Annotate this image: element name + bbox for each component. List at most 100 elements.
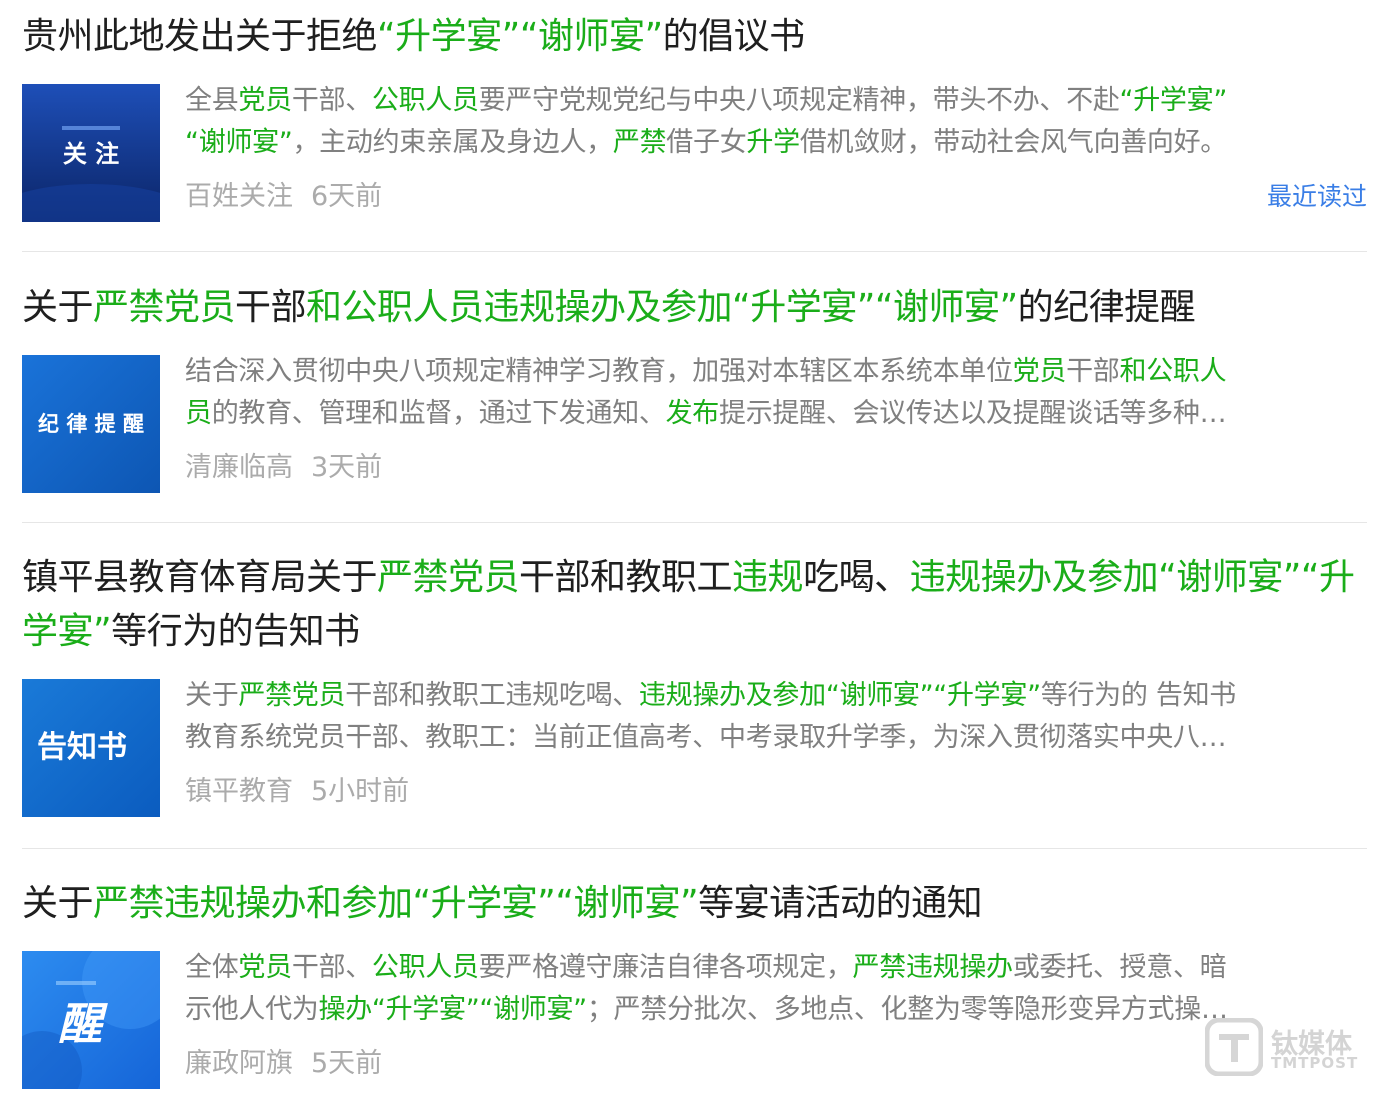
text-segment: 等行为的 告知书 — [1040, 680, 1236, 711]
highlighted-keyword: “升学宴”“谢师宴” — [377, 16, 663, 57]
text-segment: 干部和教职工 — [519, 557, 733, 598]
result-time: 5天前 — [311, 1048, 383, 1079]
result-thumbnail[interactable]: 纪 律 提 醒 — [22, 355, 160, 493]
result-summary: 关于严禁党员干部和教职工违规吃喝、违规操办及参加“谢师宴”“升学宴”等行为的 告… — [185, 675, 1367, 759]
highlighted-keyword: 发布 — [665, 398, 720, 429]
divider — [22, 848, 1367, 849]
result-title[interactable]: 关于严禁违规操办和参加“升学宴”“谢师宴”等宴请活动的通知 — [22, 877, 1367, 931]
result-title[interactable]: 贵州此地发出关于拒绝“升学宴”“谢师宴”的倡议书 — [22, 10, 1367, 64]
text-segment: 的教育、管理和监督，通过下发通知、 — [211, 398, 666, 429]
summary-line: “谢师宴”，主动约束亲属及身边人，严禁借子女升学借机敛财，带动社会风气向善向好。 — [185, 122, 1367, 164]
text-segment: 等行为的告知书 — [111, 611, 360, 652]
thumbnail-text: 关 注 — [63, 140, 119, 168]
result-summary: 结合深入贯彻中央八项规定精神学习教育，加强对本辖区本系统本单位党员干部和公职人 … — [185, 351, 1367, 435]
highlighted-keyword: 违规操办及参加“谢师宴”“升学宴” — [638, 680, 1041, 711]
text-segment: 提示提醒、会议传达以及提醒谈话等多种… — [719, 398, 1227, 429]
text-segment: 干部和教职工违规吃喝、 — [345, 680, 639, 711]
divider — [22, 251, 1367, 252]
text-segment: 干部、 — [291, 85, 372, 116]
result-meta: 镇平教育 5小时前 — [185, 775, 409, 809]
text-segment: 借子女 — [666, 127, 747, 158]
summary-line: 示他人代为操办“升学宴”“谢师宴”；严禁分批次、多地点、化整为零等隐形变异方式操… — [185, 989, 1367, 1031]
highlighted-keyword: 操办“升学宴”“谢师宴” — [318, 994, 588, 1025]
text-segment: 要严守党规党纪与中央八项规定精神，带头不办、不赴 — [478, 85, 1120, 116]
highlighted-keyword: 公职人员 — [371, 952, 479, 983]
highlighted-keyword: 严禁党员 — [93, 287, 236, 328]
result-thumbnail[interactable]: 醒 — [22, 951, 160, 1089]
thumbnail-text: 告知书 — [37, 730, 127, 765]
text-segment: ，主动约束亲属及身边人， — [292, 127, 613, 158]
text-segment: 教育系统党员干部、教职工：当前正值高考、中考录取升学季，为深入贯彻落实中央八… — [185, 722, 1227, 753]
highlighted-keyword: 党员 — [238, 85, 292, 116]
summary-line: 全县党员干部、公职人员要严守党规党纪与中央八项规定精神，带头不办、不赴“升学宴” — [185, 80, 1367, 122]
result-meta: 廉政阿旗 5天前 — [185, 1047, 382, 1081]
result-thumbnail[interactable]: 告知书 — [22, 679, 160, 817]
highlighted-keyword: “升学宴” — [1119, 85, 1228, 116]
summary-line: 关于严禁党员干部和教职工违规吃喝、违规操办及参加“谢师宴”“升学宴”等行为的 告… — [185, 675, 1367, 717]
text-segment: 关于 — [22, 287, 94, 328]
text-segment: 结合深入贯彻中央八项规定精神学习教育，加强对本辖区本系统本单位 — [185, 356, 1013, 387]
text-segment: 关于 — [22, 883, 94, 924]
text-segment: 吃喝、 — [803, 557, 910, 598]
result-time: 5小时前 — [311, 776, 410, 807]
text-segment: 干部 — [235, 287, 307, 328]
text-segment: 关于 — [185, 680, 239, 711]
text-segment: ；严禁分批次、多地点、化整为零等隐形变异方式操… — [586, 994, 1228, 1025]
text-segment: 全体 — [185, 952, 239, 983]
summary-line: 全体党员干部、公职人员要严格遵守廉洁自律各项规定，严禁违规操办或委托、授意、暗 — [185, 947, 1367, 989]
highlighted-keyword: 严禁违规操办和参加“升学宴”“谢师宴” — [93, 883, 699, 924]
highlighted-keyword: 严禁 — [612, 127, 667, 158]
text-segment: 干部、 — [291, 952, 372, 983]
result-summary: 全体党员干部、公职人员要严格遵守廉洁自律各项规定，严禁违规操办或委托、授意、暗 … — [185, 947, 1367, 1031]
text-segment: 等宴请活动的通知 — [698, 883, 983, 924]
watermark-name-en: TMTPOST — [1271, 1054, 1359, 1072]
text-segment: 借机敛财，带动社会风气向善向好。 — [799, 127, 1228, 158]
result-meta: 清廉临高 3天前 — [185, 451, 382, 485]
thumbnail-text: 纪 律 提 醒 — [38, 412, 144, 436]
summary-line: 教育系统党员干部、教职工：当前正值高考、中考录取升学季，为深入贯彻落实中央八… — [185, 717, 1367, 759]
highlighted-keyword: 党员 — [1012, 356, 1067, 387]
text-segment: 的纪律提醒 — [1017, 287, 1196, 328]
result-time: 6天前 — [311, 181, 383, 212]
highlighted-keyword: 违规 — [732, 557, 804, 598]
highlighted-keyword: 和公职人 — [1119, 356, 1227, 387]
result-source[interactable]: 清廉临高 — [185, 452, 293, 483]
highlighted-keyword: 和公职人员违规操办及参加“升学宴”“谢师宴” — [306, 287, 1018, 328]
summary-line: 结合深入贯彻中央八项规定精神学习教育，加强对本辖区本系统本单位党员干部和公职人 — [185, 351, 1367, 393]
divider — [22, 522, 1367, 523]
result-source[interactable]: 镇平教育 — [185, 776, 293, 807]
result-item[interactable]: 关于严禁违规操办和参加“升学宴”“谢师宴”等宴请活动的通知 醒 全体党员干部、公… — [22, 877, 1367, 1091]
result-item[interactable]: 关于严禁党员干部和公职人员违规操办及参加“升学宴”“谢师宴”的纪律提醒 纪 律 … — [22, 281, 1367, 495]
result-time: 3天前 — [311, 452, 383, 483]
text-segment: 全县 — [185, 85, 239, 116]
text-segment: 要严格遵守廉洁自律各项规定， — [478, 952, 853, 983]
result-source[interactable]: 廉政阿旗 — [185, 1048, 293, 1079]
recently-read-label[interactable]: 最近读过 — [1267, 180, 1367, 214]
text-segment: 镇平县教育体育局关于 — [22, 557, 378, 598]
text-segment: 或委托、授意、暗 — [1012, 952, 1227, 983]
tmtpost-logo-icon — [1204, 1017, 1264, 1077]
watermark: 钛媒体 TMTPOST — [1204, 1017, 1375, 1078]
text-segment: 贵州此地发出关于拒绝 — [22, 16, 378, 57]
text-segment: 示他人代为 — [185, 994, 319, 1025]
result-title[interactable]: 镇平县教育体育局关于严禁党员干部和教职工违规吃喝、违规操办及参加“谢师宴”“升学… — [22, 551, 1367, 659]
highlighted-keyword: 升学 — [746, 127, 800, 158]
text-segment: 干部 — [1066, 356, 1120, 387]
highlighted-keyword: 党员 — [238, 952, 292, 983]
highlighted-keyword: 公职人员 — [371, 85, 479, 116]
highlighted-keyword: 严禁党员 — [238, 680, 346, 711]
text-segment: 的倡议书 — [662, 16, 806, 57]
highlighted-keyword: “谢师宴” — [185, 127, 293, 158]
highlighted-keyword: 严禁党员 — [377, 557, 520, 598]
result-thumbnail[interactable]: 关 注 — [22, 84, 160, 222]
summary-line: 员的教育、管理和监督，通过下发通知、发布提示提醒、会议传达以及提醒谈话等多种… — [185, 393, 1367, 435]
result-source[interactable]: 百姓关注 — [185, 181, 293, 212]
thumbnail-text: 醒 — [58, 999, 108, 1050]
result-summary: 全县党员干部、公职人员要严守党规党纪与中央八项规定精神，带头不办、不赴“升学宴”… — [185, 80, 1367, 164]
result-item[interactable]: 镇平县教育体育局关于严禁党员干部和教职工违规吃喝、违规操办及参加“谢师宴”“升学… — [22, 551, 1367, 819]
highlighted-keyword: 员 — [185, 398, 212, 429]
result-item[interactable]: 贵州此地发出关于拒绝“升学宴”“谢师宴”的倡议书 关 注 全县党员干部、公职人员… — [22, 10, 1367, 224]
result-meta: 百姓关注 6天前 — [185, 180, 382, 214]
result-title[interactable]: 关于严禁党员干部和公职人员违规操办及参加“升学宴”“谢师宴”的纪律提醒 — [22, 281, 1367, 335]
highlighted-keyword: 严禁违规操办 — [852, 952, 1014, 983]
